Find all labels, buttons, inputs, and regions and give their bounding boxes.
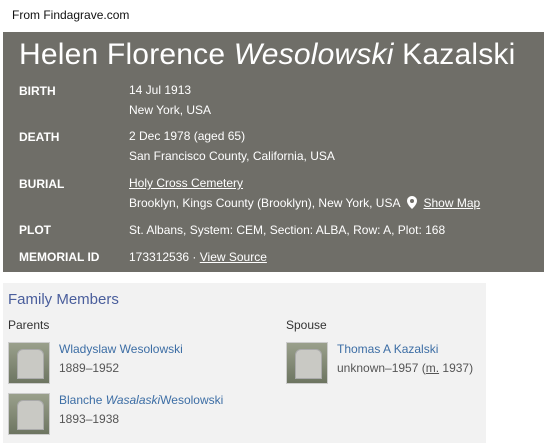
death-label: DEATH [19, 130, 60, 144]
show-map-link[interactable]: Show Map [423, 196, 480, 210]
plot-value: St. Albans, System: CEM, Section: ALBA, … [129, 223, 446, 237]
cemetery-link[interactable]: Holy Cross Cemetery [129, 176, 243, 190]
birth-label: BIRTH [19, 84, 56, 98]
birth-date: 14 Jul 1913 [129, 83, 192, 97]
parent-name-link[interactable]: Blanche WasalaskiWesolowski [59, 393, 223, 407]
birth-value: 14 Jul 1913 New York, USA [129, 80, 211, 120]
death-value: 2 Dec 1978 (aged 65) San Francisco Count… [129, 126, 335, 166]
parent-dates: 1889–1952 [59, 361, 120, 375]
memorial-header: Helen Florence Wesolowski Kazalski BIRTH… [3, 32, 544, 272]
headstone-thumbnail[interactable] [8, 393, 50, 435]
parent-name-maiden: Wasalaski [105, 393, 161, 407]
married-abbr: m. [425, 361, 440, 375]
parent-name-link[interactable]: Wladyslaw Wesolowski [59, 342, 183, 356]
burial-value: Holy Cross Cemetery Brooklyn, Kings Coun… [129, 173, 480, 215]
spouse-dates-end: 1937) [439, 361, 474, 375]
parents-heading: Parents [8, 318, 50, 332]
spouse-name-link[interactable]: Thomas A Kazalski [337, 342, 438, 356]
parent-name-last: Wesolowski [160, 393, 224, 407]
parent-dates: 1893–1938 [59, 412, 120, 426]
memorial-name: Helen Florence Wesolowski Kazalski [19, 38, 515, 72]
spouse-dates-start: unknown–1957 ( [337, 361, 426, 375]
name-maiden: Wesolowski [233, 38, 394, 71]
family-members-title: Family Members [8, 291, 119, 308]
spouse-heading: Spouse [286, 318, 327, 332]
memorial-id-label: MEMORIAL ID [19, 250, 100, 264]
plot-label: PLOT [19, 223, 51, 237]
name-first: Helen Florence [19, 38, 226, 71]
death-place: San Francisco County, California, USA [129, 149, 335, 163]
map-pin-icon [407, 195, 418, 215]
death-date: 2 Dec 1978 (aged 65) [129, 129, 246, 143]
headstone-thumbnail[interactable] [286, 342, 328, 384]
spouse-dates: unknown–1957 (m. 1937) [337, 361, 473, 375]
burial-label: BURIAL [19, 177, 65, 191]
headstone-thumbnail[interactable] [8, 342, 50, 384]
birth-place: New York, USA [129, 103, 212, 117]
parent-name-first: Blanche [59, 393, 103, 407]
source-caption: From Findagrave.com [12, 8, 130, 22]
burial-place: Brooklyn, Kings County (Brooklyn), New Y… [129, 196, 400, 210]
family-members-section: Family Members Parents Spouse Wladyslaw … [3, 283, 486, 443]
name-last: Kazalski [402, 38, 516, 71]
view-source-link[interactable]: View Source [200, 250, 267, 264]
memorial-id-number: 173312536 · [129, 250, 197, 264]
memorial-id-value: 173312536 · View Source [129, 247, 267, 267]
